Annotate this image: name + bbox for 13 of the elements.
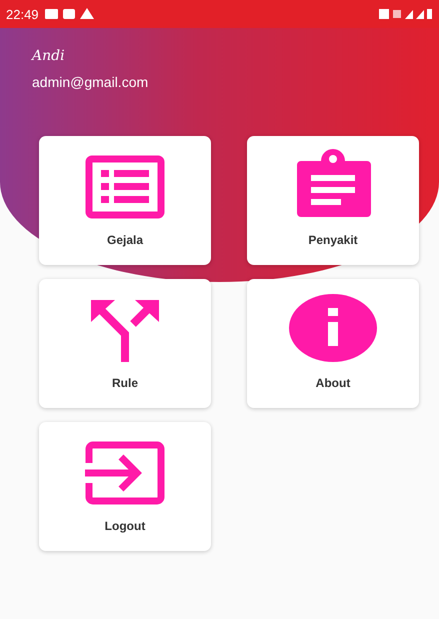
user-name: Andi	[32, 48, 66, 64]
menu-card[interactable]: About	[247, 279, 419, 408]
menu-card[interactable]: Penyakit	[247, 136, 419, 265]
info-icon	[289, 294, 377, 362]
user-email: admin@gmail.com	[32, 74, 150, 90]
login-icon	[85, 441, 165, 505]
list-icon	[85, 155, 165, 219]
menu-card[interactable]: Rule	[39, 279, 211, 408]
fork-arrow-icon	[89, 298, 161, 362]
menu-card[interactable]: Logout	[39, 422, 211, 551]
menu-card[interactable]: Gejala	[39, 136, 211, 265]
status-time: 22:49	[6, 6, 39, 22]
system-status-icons	[379, 8, 433, 20]
